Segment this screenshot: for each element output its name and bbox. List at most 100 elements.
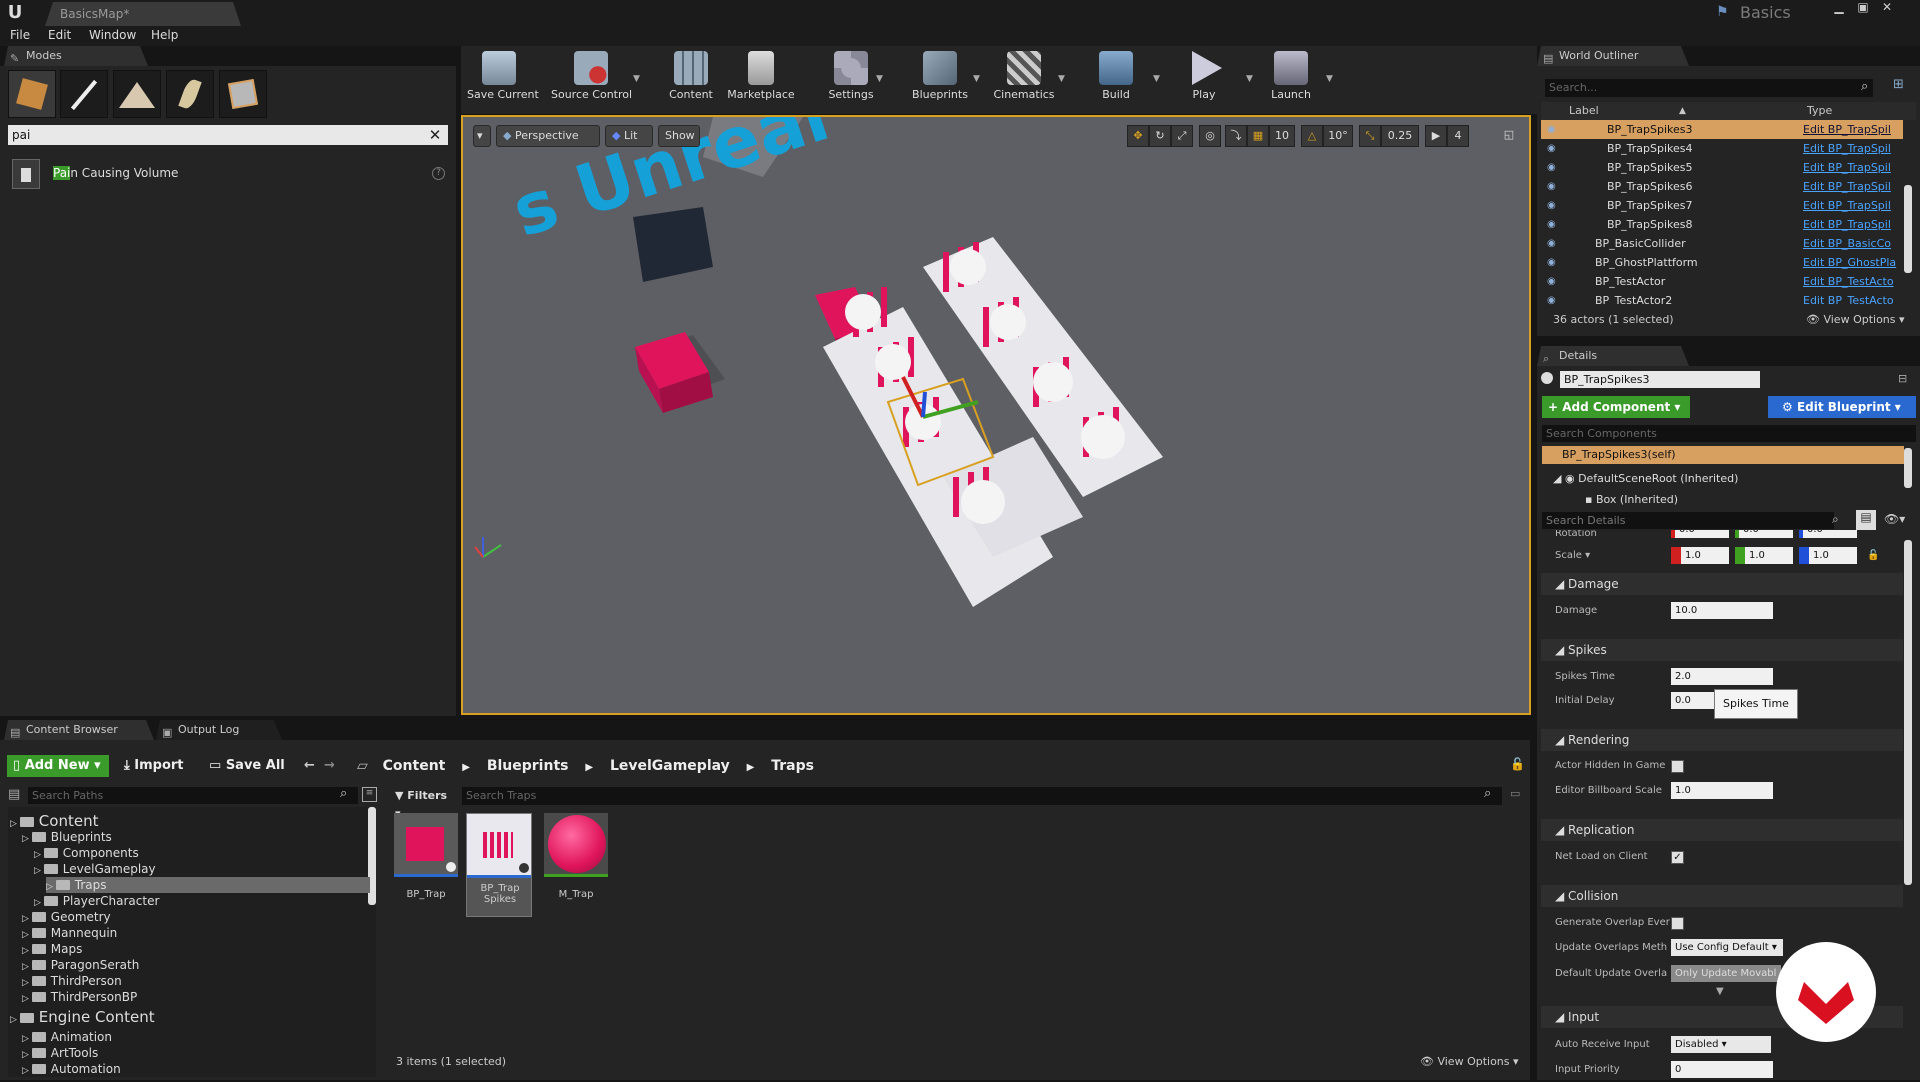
add-actor-icon[interactable]: ⊞ bbox=[1893, 77, 1904, 92]
component-self-row[interactable]: BP_TrapSpikes3(self) bbox=[1542, 446, 1904, 464]
outliner-row[interactable]: ◉ BP_GhostPlattform Edit BP_GhostPla bbox=[1541, 253, 1903, 272]
outliner-row[interactable]: ◉ BP_TrapSpikes8 Edit BP_TrapSpil bbox=[1541, 215, 1903, 234]
tab-output-log[interactable]: ▣ Output Log bbox=[156, 720, 282, 740]
sources-toggle-icon[interactable]: ▤ bbox=[8, 787, 20, 802]
paint-mode-button[interactable] bbox=[60, 70, 108, 118]
source-control-dropdown[interactable]: ▼ bbox=[633, 74, 640, 84]
content-button[interactable]: Content bbox=[666, 46, 716, 114]
expand-arrow-icon[interactable]: ▷ bbox=[22, 1034, 32, 1044]
expand-arrow-icon[interactable]: ▷ bbox=[22, 962, 32, 972]
expand-arrow-icon[interactable]: ▷ bbox=[10, 1015, 20, 1025]
expand-arrow-icon[interactable]: ▷ bbox=[22, 978, 32, 988]
grid-snap-value[interactable]: 10 bbox=[1269, 125, 1295, 147]
tree-folder-item[interactable]: ▷ LevelGameplay bbox=[34, 861, 370, 877]
import-button[interactable]: ⤓ Import bbox=[124, 755, 184, 777]
cinematics-button[interactable]: Cinematics bbox=[989, 46, 1059, 114]
scale-snap-value[interactable]: 0.25 bbox=[1381, 125, 1419, 147]
tab-details[interactable]: ⌕ Details bbox=[1537, 346, 1689, 366]
rotation-snap-value[interactable]: 10° bbox=[1323, 125, 1353, 147]
map-document-tab[interactable]: BasicsMap* bbox=[45, 2, 241, 26]
menu-edit[interactable]: Edit bbox=[48, 28, 71, 42]
damage-field[interactable]: 10.0 bbox=[1671, 602, 1773, 619]
visibility-eye-icon[interactable]: ◉ bbox=[1547, 253, 1556, 272]
visibility-eye-icon[interactable]: ◉ bbox=[1547, 215, 1556, 234]
launch-dropdown[interactable]: ▼ bbox=[1326, 74, 1333, 84]
outliner-row[interactable]: ◉ BP_TrapSpikes6 Edit BP_TrapSpil bbox=[1541, 177, 1903, 196]
tree-folder-item[interactable]: ▷ ThirdPersonBP bbox=[22, 989, 370, 1005]
components-scrollbar[interactable] bbox=[1904, 448, 1912, 488]
tree-folder-item[interactable]: ▷ Content bbox=[10, 813, 370, 829]
component-root-row[interactable]: ◢ ◉ DefaultSceneRoot (Inherited) bbox=[1553, 472, 1738, 485]
actor-hidden-checkbox[interactable] bbox=[1671, 760, 1684, 773]
search-details-input[interactable]: Search Details bbox=[1542, 512, 1834, 529]
rotation-snap-icon[interactable]: △ bbox=[1301, 125, 1323, 147]
outliner-row[interactable]: ◉ BP_TestActor Edit BP_TestActo bbox=[1541, 272, 1903, 291]
replication-section[interactable]: ◢ Replication bbox=[1541, 819, 1903, 841]
tree-folder-item[interactable]: ▷ Animation bbox=[22, 1029, 370, 1045]
expand-arrow-icon[interactable]: ▷ bbox=[22, 1066, 32, 1076]
rotation-x-field[interactable]: 0.0 bbox=[1671, 530, 1729, 538]
search-components-input[interactable]: Search Components bbox=[1542, 425, 1916, 442]
geometry-mode-button[interactable] bbox=[219, 70, 267, 118]
modes-search-input[interactable]: pai bbox=[8, 125, 448, 145]
scale-mode-icon[interactable]: ⤢ bbox=[1171, 125, 1193, 147]
visibility-eye-icon[interactable]: ◉ bbox=[1547, 272, 1556, 291]
level-viewport[interactable]: s Unreal ▾ ◆ Perspective ◆ Lit Show ✥ ↻ … bbox=[461, 115, 1531, 715]
expand-arrow-icon[interactable]: ▷ bbox=[10, 819, 20, 829]
grid-snap-icon[interactable]: ▦ bbox=[1247, 125, 1269, 147]
rotation-z-field[interactable]: 0.0 bbox=[1799, 530, 1857, 538]
billboard-scale-field[interactable]: 1.0 bbox=[1671, 782, 1773, 799]
minimize-icon[interactable]: ▁ bbox=[1828, 0, 1850, 16]
tree-folder-item[interactable]: ▷ Geometry bbox=[22, 909, 370, 925]
visibility-eye-icon[interactable]: ◉ bbox=[1547, 196, 1556, 215]
tree-folder-item[interactable]: ▷ ArtTools bbox=[22, 1045, 370, 1061]
expand-arrow-icon[interactable]: ▷ bbox=[22, 834, 32, 844]
show-button[interactable]: Show bbox=[658, 125, 700, 147]
history-back-icon[interactable]: ← bbox=[304, 755, 315, 777]
history-forward-icon[interactable]: → bbox=[324, 755, 335, 777]
save-search-icon[interactable]: ▭ bbox=[1510, 787, 1520, 800]
collision-section[interactable]: ◢ Collision bbox=[1541, 885, 1903, 907]
tree-folder-item[interactable]: ▷ Mannequin bbox=[22, 925, 370, 941]
outliner-row[interactable]: ◉ BP_TrapSpikes4 Edit BP_TrapSpil bbox=[1541, 139, 1903, 158]
search-paths-input[interactable]: Search Paths bbox=[28, 787, 358, 804]
auto-receive-dropdown[interactable]: Disabled ▾ bbox=[1671, 1036, 1771, 1053]
scale-snap-icon[interactable]: ⤡ bbox=[1359, 125, 1381, 147]
type-column-header[interactable]: Type bbox=[1807, 102, 1832, 120]
tree-folder-item[interactable]: ▷ ParagonSerath bbox=[22, 957, 370, 973]
tree-folder-item[interactable]: ▷ Traps bbox=[46, 877, 370, 893]
settings-dropdown[interactable]: ▼ bbox=[876, 74, 883, 84]
outliner-scrollbar[interactable] bbox=[1904, 185, 1912, 273]
surface-snap-icon[interactable]: ⤵ bbox=[1225, 125, 1247, 147]
generate-overlap-checkbox[interactable] bbox=[1671, 917, 1684, 930]
outliner-row[interactable]: ◉ BP_BasicCollider Edit BP_BasicCo bbox=[1541, 234, 1903, 253]
build-button[interactable]: Build bbox=[1091, 46, 1141, 114]
breadcrumb-levelgameplay[interactable]: LevelGameplay bbox=[610, 758, 730, 774]
play-button[interactable]: Play bbox=[1176, 46, 1232, 114]
expand-arrow-icon[interactable]: ▷ bbox=[22, 930, 32, 940]
outliner-row[interactable]: ◉ BP_TrapSpikes7 Edit BP_TrapSpil bbox=[1541, 196, 1903, 215]
camera-speed-value[interactable]: 4 bbox=[1447, 125, 1469, 147]
expand-arrow-icon[interactable]: ▷ bbox=[22, 1050, 32, 1060]
landscape-mode-button[interactable] bbox=[113, 70, 161, 118]
lock-icon[interactable]: 🔓 bbox=[1510, 757, 1525, 771]
spikes-section[interactable]: ◢ Spikes bbox=[1541, 639, 1903, 661]
search-assets-input[interactable]: Search Traps bbox=[462, 787, 1502, 805]
expand-arrow-icon[interactable]: ▷ bbox=[34, 898, 44, 908]
tab-world-outliner[interactable]: ▤ World Outliner bbox=[1537, 46, 1689, 66]
expand-arrow-icon[interactable]: ▷ bbox=[34, 850, 44, 860]
tree-folder-item[interactable]: ▷ Automation bbox=[22, 1061, 370, 1077]
path-view-options-icon[interactable]: ≡ bbox=[362, 787, 377, 802]
net-load-checkbox[interactable]: ✓ bbox=[1671, 851, 1684, 864]
default-overlap-dropdown[interactable]: Only Update Movabl bbox=[1671, 965, 1781, 982]
lit-button[interactable]: ◆ Lit bbox=[605, 125, 653, 147]
breadcrumb-content[interactable]: Content bbox=[383, 758, 446, 774]
visibility-eye-icon[interactable]: ◉ bbox=[1547, 139, 1556, 158]
visibility-eye-icon[interactable]: ◉ bbox=[1547, 291, 1556, 305]
world-local-icon[interactable]: ◎ bbox=[1199, 125, 1221, 147]
visibility-eye-icon[interactable]: ◉ bbox=[1547, 234, 1556, 253]
help-icon[interactable]: ? bbox=[432, 167, 445, 180]
outliner-row[interactable]: ◉ BP_TestActor2 Edit BP_TestActo bbox=[1541, 291, 1903, 305]
visibility-eye-icon[interactable]: ◉ bbox=[1547, 158, 1556, 177]
save-all-button[interactable]: ▭ Save All bbox=[209, 755, 285, 777]
